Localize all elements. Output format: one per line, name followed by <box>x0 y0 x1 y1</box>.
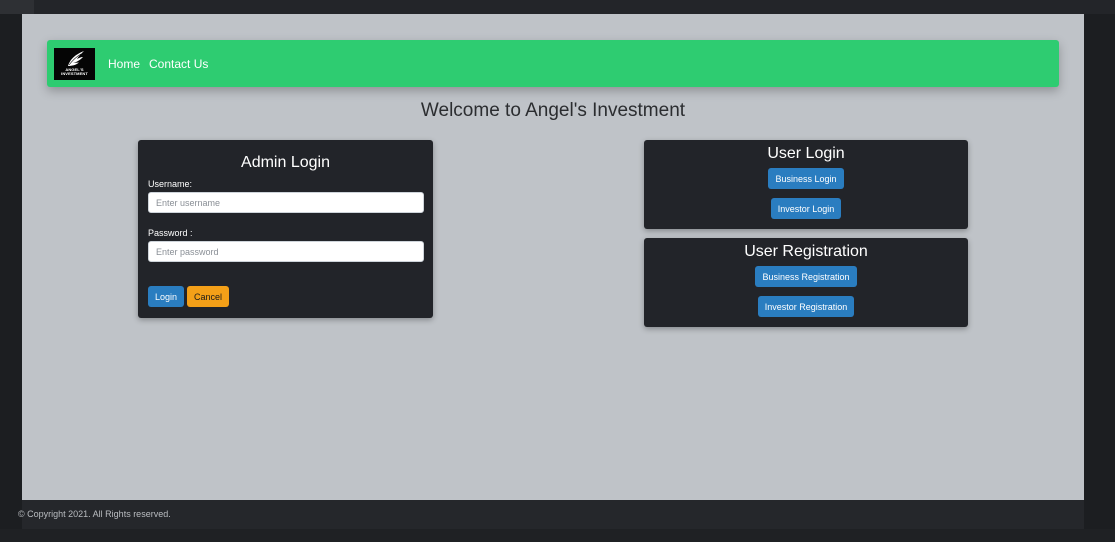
footer: © Copyright 2021. All Rights reserved. <box>18 500 1084 529</box>
investor-login-button[interactable]: Investor Login <box>770 198 842 219</box>
password-label: Password : <box>148 228 193 238</box>
page-content: ANGEL'S INVESTMENT Home Contact Us Welco… <box>22 14 1084 500</box>
user-registration-card: User Registration Business Registration … <box>644 238 968 327</box>
navbar: ANGEL'S INVESTMENT Home Contact Us <box>47 40 1059 87</box>
investor-registration-button[interactable]: Investor Registration <box>757 296 855 317</box>
angel-wing-icon <box>67 50 84 66</box>
bottom-strip <box>0 529 1115 542</box>
left-margin <box>0 14 22 542</box>
copyright-text: © Copyright 2021. All Rights reserved. <box>18 509 171 519</box>
right-margin <box>1084 14 1115 542</box>
browser-top-strip <box>0 0 1115 14</box>
cancel-button[interactable]: Cancel <box>187 286 230 307</box>
user-login-buttons: Business Login Investor Login <box>644 163 968 219</box>
user-registration-buttons: Business Registration Investor Registrat… <box>644 261 968 317</box>
welcome-heading: Welcome to Angel's Investment <box>420 100 686 121</box>
logo-text-bottom: INVESTMENT <box>61 71 88 76</box>
nav-link-contact-us[interactable]: Contact Us <box>149 57 208 71</box>
brand-logo[interactable]: ANGEL'S INVESTMENT <box>54 47 95 80</box>
business-login-button[interactable]: Business Login <box>768 168 844 189</box>
username-label: Username: <box>148 179 193 189</box>
username-input[interactable] <box>148 192 424 213</box>
login-button[interactable]: Login <box>148 286 185 307</box>
business-registration-button[interactable]: Business Registration <box>755 266 857 287</box>
nav-link-home[interactable]: Home <box>108 57 140 71</box>
admin-login-title: Admin Login <box>241 154 330 171</box>
admin-login-actions: Login Cancel <box>148 286 230 307</box>
user-login-card: User Login Business Login Investor Login <box>644 140 968 229</box>
browser-tab-stub[interactable] <box>0 0 34 14</box>
admin-login-card: Admin Login Username: Password : Login C… <box>138 140 433 318</box>
user-login-title: User Login <box>767 145 845 162</box>
password-input[interactable] <box>148 241 424 262</box>
user-registration-title: User Registration <box>744 243 868 260</box>
